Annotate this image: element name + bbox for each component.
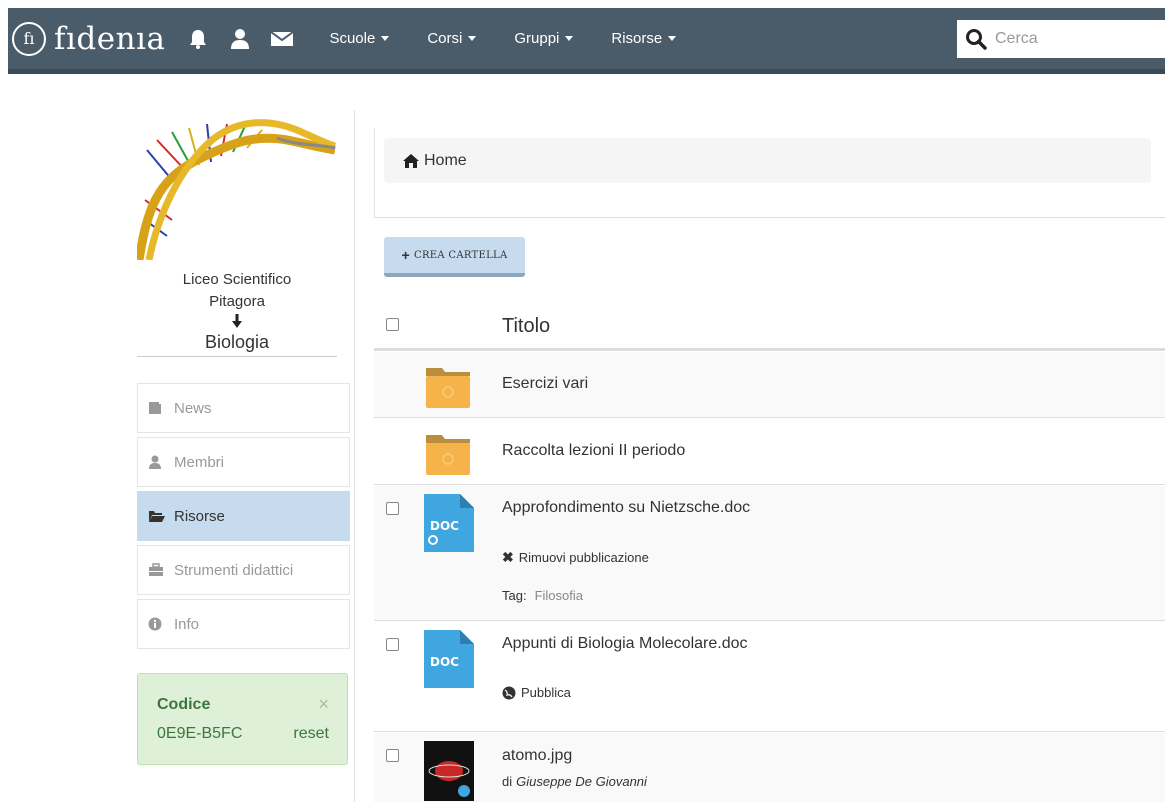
briefcase-icon bbox=[148, 563, 166, 577]
table-row[interactable]: DOC Appunti di Biologia Molecolare.doc P… bbox=[374, 622, 1165, 732]
menu-corsi[interactable]: Corsi bbox=[427, 30, 477, 47]
menu-gruppi[interactable]: Gruppi bbox=[514, 30, 574, 47]
unpublish-link[interactable]: ✖ Rimuovi pubblicazione bbox=[502, 549, 649, 566]
row-checkbox[interactable] bbox=[386, 502, 399, 515]
caret-down-icon bbox=[668, 36, 677, 41]
plus-icon: + bbox=[401, 247, 410, 263]
code-title: Codice bbox=[157, 696, 211, 713]
doc-file-icon: DOC bbox=[424, 630, 474, 688]
folder-icon bbox=[426, 435, 470, 475]
table-row[interactable]: Raccolta lezioni II periodo bbox=[374, 419, 1165, 485]
table-row[interactable]: atomo.jpg di Giuseppe De Giovanni bbox=[374, 733, 1165, 802]
user-icon bbox=[148, 455, 166, 469]
course-image bbox=[137, 119, 336, 260]
sidebar-item-risorse[interactable]: Risorse bbox=[137, 491, 350, 541]
create-folder-button[interactable]: + CREA CARTELLA bbox=[384, 237, 525, 277]
search-input[interactable] bbox=[995, 30, 1155, 48]
search-box bbox=[957, 20, 1165, 58]
top-navbar: fı fıdenıa Scuole Corsi Gruppi Risorse bbox=[8, 8, 1165, 74]
row-title[interactable]: Approfondimento su Nietzsche.doc bbox=[502, 499, 750, 517]
sidebar-item-membri[interactable]: Membri bbox=[137, 437, 350, 487]
divider bbox=[374, 217, 1165, 218]
breadcrumb-home[interactable]: Home bbox=[424, 152, 467, 170]
row-title[interactable]: Esercizi vari bbox=[502, 375, 588, 393]
logo-text: fıdenıa bbox=[54, 20, 166, 57]
sidebar-item-news[interactable]: News bbox=[137, 383, 350, 433]
sidebar-menu: News Membri Risorse Strumenti didattici … bbox=[137, 383, 350, 649]
course-code-box: Codice × 0E9E-B5FC reset bbox=[137, 673, 348, 765]
school-name: Liceo Scientifico Pitagora bbox=[182, 271, 292, 310]
arrow-down-icon bbox=[137, 314, 337, 330]
tag-filosofia[interactable]: Filosofia bbox=[535, 588, 583, 603]
user-icon[interactable] bbox=[227, 26, 253, 52]
column-header-title: Titolo bbox=[502, 315, 551, 337]
caret-down-icon bbox=[468, 36, 477, 41]
folder-open-icon bbox=[148, 509, 166, 523]
info-icon bbox=[148, 617, 166, 631]
row-title[interactable]: atomo.jpg bbox=[502, 747, 572, 765]
menu-scuole[interactable]: Scuole bbox=[329, 30, 390, 47]
caret-down-icon bbox=[381, 36, 390, 41]
globe-icon bbox=[502, 686, 516, 699]
image-thumbnail bbox=[424, 741, 474, 801]
table-row[interactable]: Esercizi vari bbox=[374, 352, 1165, 418]
folder-icon bbox=[426, 368, 470, 408]
author-name[interactable]: Giuseppe De Giovanni bbox=[516, 774, 647, 789]
envelope-icon[interactable] bbox=[269, 26, 295, 52]
breadcrumb: Home bbox=[384, 138, 1151, 183]
sidebar-divider bbox=[354, 110, 355, 802]
search-icon[interactable] bbox=[965, 28, 987, 50]
sidebar-item-strumenti[interactable]: Strumenti didattici bbox=[137, 545, 350, 595]
app-logo[interactable]: fı fıdenıa bbox=[12, 21, 165, 57]
row-title[interactable]: Appunti di Biologia Molecolare.doc bbox=[502, 635, 747, 653]
main-divider bbox=[374, 128, 375, 218]
course-name: Biologia bbox=[137, 330, 337, 357]
menu-risorse[interactable]: Risorse bbox=[611, 30, 677, 47]
row-checkbox[interactable] bbox=[386, 749, 399, 762]
select-all-checkbox[interactable] bbox=[386, 318, 399, 331]
doc-file-icon: DOC bbox=[424, 494, 474, 552]
bell-icon[interactable] bbox=[185, 26, 211, 52]
home-icon[interactable] bbox=[402, 153, 420, 169]
table-row[interactable]: DOC Approfondimento su Nietzsche.doc ✖ R… bbox=[374, 486, 1165, 621]
close-icon[interactable]: × bbox=[318, 694, 329, 715]
tag-line: Tag: Filosofia bbox=[502, 588, 583, 603]
svg-text:DOC: DOC bbox=[430, 655, 459, 669]
row-title[interactable]: Raccolta lezioni II periodo bbox=[502, 442, 685, 460]
sidebar: Liceo Scientifico Pitagora Biologia News… bbox=[137, 110, 350, 765]
publish-link[interactable]: Pubblica bbox=[502, 685, 571, 700]
code-value: 0E9E-B5FC bbox=[157, 725, 243, 742]
main-menu: Scuole Corsi Gruppi Risorse bbox=[329, 30, 714, 47]
news-icon bbox=[148, 401, 166, 415]
author-line: di Giuseppe De Giovanni bbox=[502, 774, 647, 789]
sidebar-item-info[interactable]: Info bbox=[137, 599, 350, 649]
code-reset-link[interactable]: reset bbox=[293, 725, 329, 743]
caret-down-icon bbox=[565, 36, 574, 41]
svg-text:DOC: DOC bbox=[430, 519, 459, 533]
remove-icon: ✖ bbox=[502, 549, 514, 565]
table-header: Titolo bbox=[374, 305, 1165, 351]
logo-badge: fı bbox=[12, 21, 46, 56]
row-checkbox[interactable] bbox=[386, 638, 399, 651]
